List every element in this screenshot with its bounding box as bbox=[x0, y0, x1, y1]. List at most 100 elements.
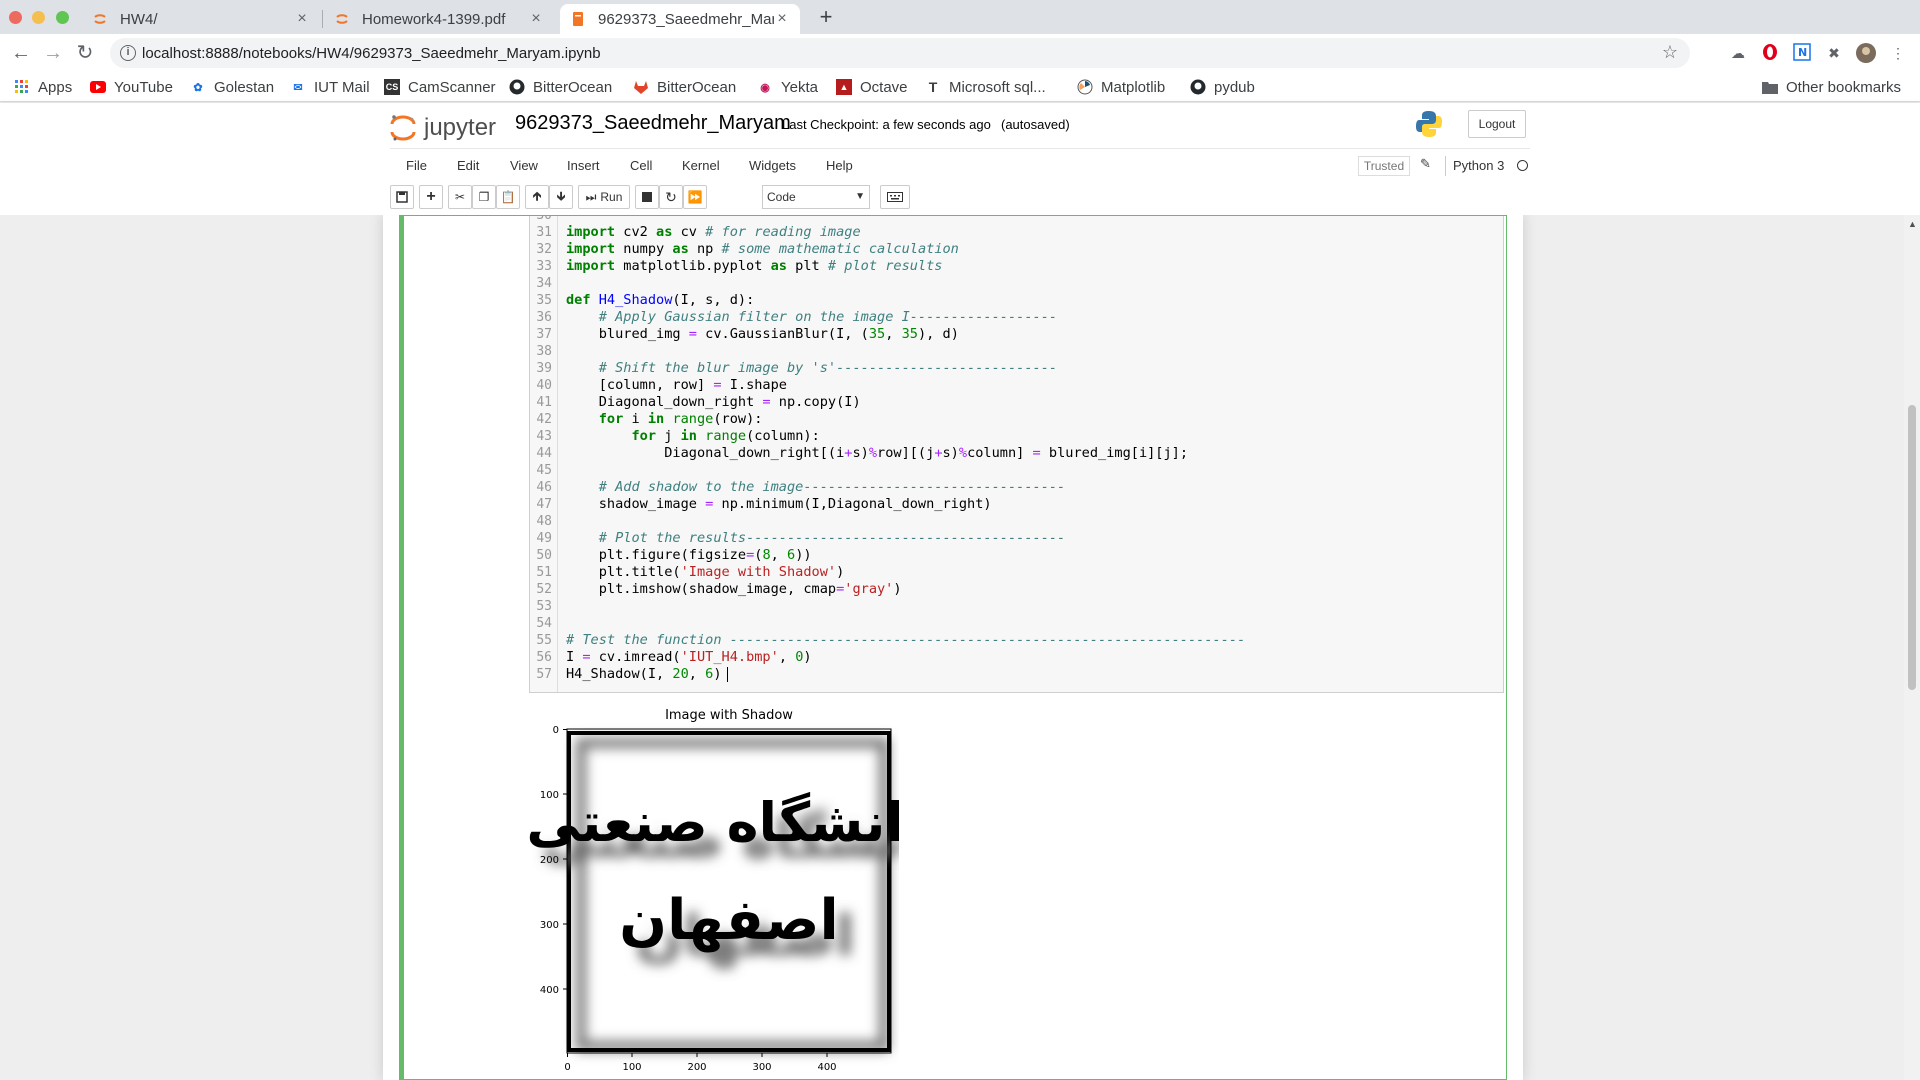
avatar[interactable] bbox=[1856, 43, 1876, 63]
info-icon[interactable]: i bbox=[120, 45, 136, 61]
code-text[interactable]: Diagonal_down_right[(i+s)%row][(j+s)%col… bbox=[566, 445, 1188, 462]
bookmark-camscanner[interactable]: CS CamScanner bbox=[384, 76, 496, 98]
bookmark-octave[interactable]: ▲ Octave bbox=[836, 76, 908, 98]
copy-icon[interactable]: ❐ bbox=[472, 185, 496, 209]
code-text[interactable]: # Add shadow to the image---------------… bbox=[566, 479, 1066, 496]
code-text[interactable]: shadow_image = np.minimum(I,Diagonal_dow… bbox=[566, 496, 992, 513]
code-text[interactable]: # Shift the blur image by 's'-----------… bbox=[566, 360, 1057, 377]
logout-button[interactable]: Logout bbox=[1468, 110, 1526, 138]
code-line[interactable]: 35 def H4_Shadow(I, s, d): bbox=[530, 292, 1503, 309]
code-line[interactable]: 43 for j in range(column): bbox=[530, 428, 1503, 445]
code-text[interactable]: # Test the function --------------------… bbox=[566, 632, 1245, 649]
code-line[interactable]: 45 bbox=[530, 462, 1503, 479]
menu-view[interactable]: View bbox=[510, 158, 538, 173]
pencil-icon[interactable]: ✎ bbox=[1420, 156, 1431, 172]
keyboard-icon[interactable] bbox=[880, 185, 910, 209]
code-line[interactable]: 54 bbox=[530, 615, 1503, 632]
code-text[interactable]: # Plot the results----------------------… bbox=[566, 530, 1066, 547]
code-text[interactable]: blured_img = cv.GaussianBlur(I, (35, 35)… bbox=[566, 326, 959, 343]
bookmark-microsoft-sql[interactable]: T Microsoft sql... bbox=[925, 76, 1046, 98]
new-tab-button[interactable]: + bbox=[812, 4, 840, 32]
n-extension-icon[interactable]: N bbox=[1792, 43, 1812, 63]
menu-insert[interactable]: Insert bbox=[567, 158, 600, 173]
run-button[interactable]: ⏭ Run bbox=[578, 185, 630, 209]
jupyter-logo[interactable]: jupyter bbox=[390, 113, 520, 143]
close-icon[interactable]: × bbox=[294, 10, 310, 28]
menu-cell[interactable]: Cell bbox=[630, 158, 652, 173]
code-line[interactable]: 33 import matplotlib.pyplot as plt # plot… bbox=[530, 258, 1503, 275]
kebab-menu-icon[interactable]: ⋮ bbox=[1888, 43, 1908, 63]
puzzle-extensions-icon[interactable]: ✖ bbox=[1824, 43, 1844, 63]
scroll-up-arrow-icon[interactable]: ▲ bbox=[1908, 219, 1917, 229]
menu-help[interactable]: Help bbox=[826, 158, 853, 173]
save-icon[interactable] bbox=[390, 185, 414, 209]
interrupt-stop-icon[interactable] bbox=[635, 185, 659, 209]
restart-run-all-icon[interactable]: ⏩ bbox=[683, 185, 707, 209]
bookmark-pydub[interactable]: pydub bbox=[1190, 76, 1255, 98]
move-up-arrow-icon[interactable]: 🡱 bbox=[525, 185, 549, 209]
code-text[interactable]: def H4_Shadow(I, s, d): bbox=[566, 292, 754, 309]
bookmark-bitterocean-gitlab[interactable]: BitterOcean bbox=[633, 76, 736, 98]
bookmark-other[interactable]: Other bookmarks bbox=[1762, 76, 1901, 98]
code-cell[interactable]: 3031 import cv2 as cv # for reading image… bbox=[399, 215, 1507, 1080]
code-text[interactable]: plt.imshow(shadow_image, cmap='gray') bbox=[566, 581, 902, 598]
code-line[interactable]: 40 [column, row] = I.shape bbox=[530, 377, 1503, 394]
code-text[interactable]: Diagonal_down_right = np.copy(I) bbox=[566, 394, 861, 411]
move-down-arrow-icon[interactable]: 🡳 bbox=[549, 185, 573, 209]
menu-widgets[interactable]: Widgets bbox=[749, 158, 796, 173]
trusted-badge[interactable]: Trusted bbox=[1358, 156, 1410, 176]
window-minimize-button[interactable] bbox=[32, 11, 45, 24]
code-text[interactable]: import numpy as np # some mathematic cal… bbox=[566, 241, 959, 258]
code-text[interactable]: for i in range(row): bbox=[566, 411, 763, 428]
code-line[interactable]: 47 shadow_image = np.minimum(I,Diagonal_… bbox=[530, 496, 1503, 513]
bookmark-star-icon[interactable]: ☆ bbox=[1662, 42, 1678, 63]
bookmark-golestan[interactable]: ✿ Golestan bbox=[190, 76, 274, 98]
code-line[interactable]: 51 plt.title('Image with Shadow') bbox=[530, 564, 1503, 581]
menu-file[interactable]: File bbox=[406, 158, 427, 173]
cell-type-select[interactable]: Code ▼ bbox=[762, 185, 870, 209]
code-text[interactable]: I = cv.imread('IUT_H4.bmp', 0) bbox=[566, 649, 812, 666]
code-line[interactable]: 55 # Test the function ------------------… bbox=[530, 632, 1503, 649]
window-close-button[interactable] bbox=[9, 11, 22, 24]
close-icon[interactable]: × bbox=[774, 10, 790, 28]
code-line[interactable]: 53 bbox=[530, 598, 1503, 615]
code-line[interactable]: 44 Diagonal_down_right[(i+s)%row][(j+s)%… bbox=[530, 445, 1503, 462]
code-line[interactable]: 50 plt.figure(figsize=(8, 6)) bbox=[530, 547, 1503, 564]
menu-kernel[interactable]: Kernel bbox=[682, 158, 720, 173]
code-text[interactable]: import cv2 as cv # for reading image bbox=[566, 224, 861, 241]
code-text[interactable]: [column, row] = I.shape bbox=[566, 377, 787, 394]
code-line[interactable]: 57 H4_Shadow(I, 20, 6) bbox=[530, 666, 1503, 683]
forward-arrow-icon[interactable]: → bbox=[40, 40, 66, 66]
code-line[interactable]: 38 bbox=[530, 343, 1503, 360]
code-line[interactable]: 37 blured_img = cv.GaussianBlur(I, (35, … bbox=[530, 326, 1503, 343]
code-line[interactable]: 46 # Add shadow to the image------------… bbox=[530, 479, 1503, 496]
back-arrow-icon[interactable]: ← bbox=[8, 40, 34, 66]
insert-cell-plus-icon[interactable]: + bbox=[419, 185, 443, 209]
bookmark-iut-mail[interactable]: ✉ IUT Mail bbox=[290, 76, 369, 98]
code-text[interactable]: import matplotlib.pyplot as plt # plot r… bbox=[566, 258, 942, 275]
close-icon[interactable]: × bbox=[528, 10, 544, 28]
restart-icon[interactable]: ↻ bbox=[659, 185, 683, 209]
code-line[interactable]: 32 import numpy as np # some mathematic c… bbox=[530, 241, 1503, 258]
code-text[interactable]: H4_Shadow(I, 20, 6) bbox=[566, 666, 722, 683]
tab-hw4[interactable]: HW4/ × bbox=[82, 4, 320, 34]
bookmark-youtube[interactable]: YouTube bbox=[90, 76, 173, 98]
menu-edit[interactable]: Edit bbox=[457, 158, 479, 173]
opera-extension-icon[interactable] bbox=[1760, 43, 1780, 63]
code-line[interactable]: 36 # Apply Gaussian filter on the image … bbox=[530, 309, 1503, 326]
code-line[interactable]: 31 import cv2 as cv # for reading image bbox=[530, 224, 1503, 241]
window-maximize-button[interactable] bbox=[56, 11, 69, 24]
cloud-extension-icon[interactable]: ☁ bbox=[1728, 43, 1748, 63]
code-text[interactable]: # Apply Gaussian filter on the image I--… bbox=[566, 309, 1057, 326]
code-line[interactable]: 30 bbox=[530, 216, 1503, 224]
code-text[interactable]: for j in range(column): bbox=[566, 428, 819, 445]
code-line[interactable]: 52 plt.imshow(shadow_image, cmap='gray') bbox=[530, 581, 1503, 598]
scrollbar-thumb[interactable] bbox=[1908, 405, 1916, 690]
address-bar[interactable]: i localhost:8888/notebooks/HW4/9629373_S… bbox=[110, 38, 1690, 68]
tab-notebook[interactable]: 9629373_Saeedmehr_Mar × bbox=[560, 4, 800, 34]
bookmark-apps[interactable]: Apps bbox=[14, 76, 72, 98]
code-text[interactable]: plt.figure(figsize=(8, 6)) bbox=[566, 547, 812, 564]
cut-scissors-icon[interactable]: ✂ bbox=[448, 185, 472, 209]
bookmark-bitterocean-github[interactable]: BitterOcean bbox=[509, 76, 612, 98]
code-line[interactable]: 39 # Shift the blur image by 's'--------… bbox=[530, 360, 1503, 377]
